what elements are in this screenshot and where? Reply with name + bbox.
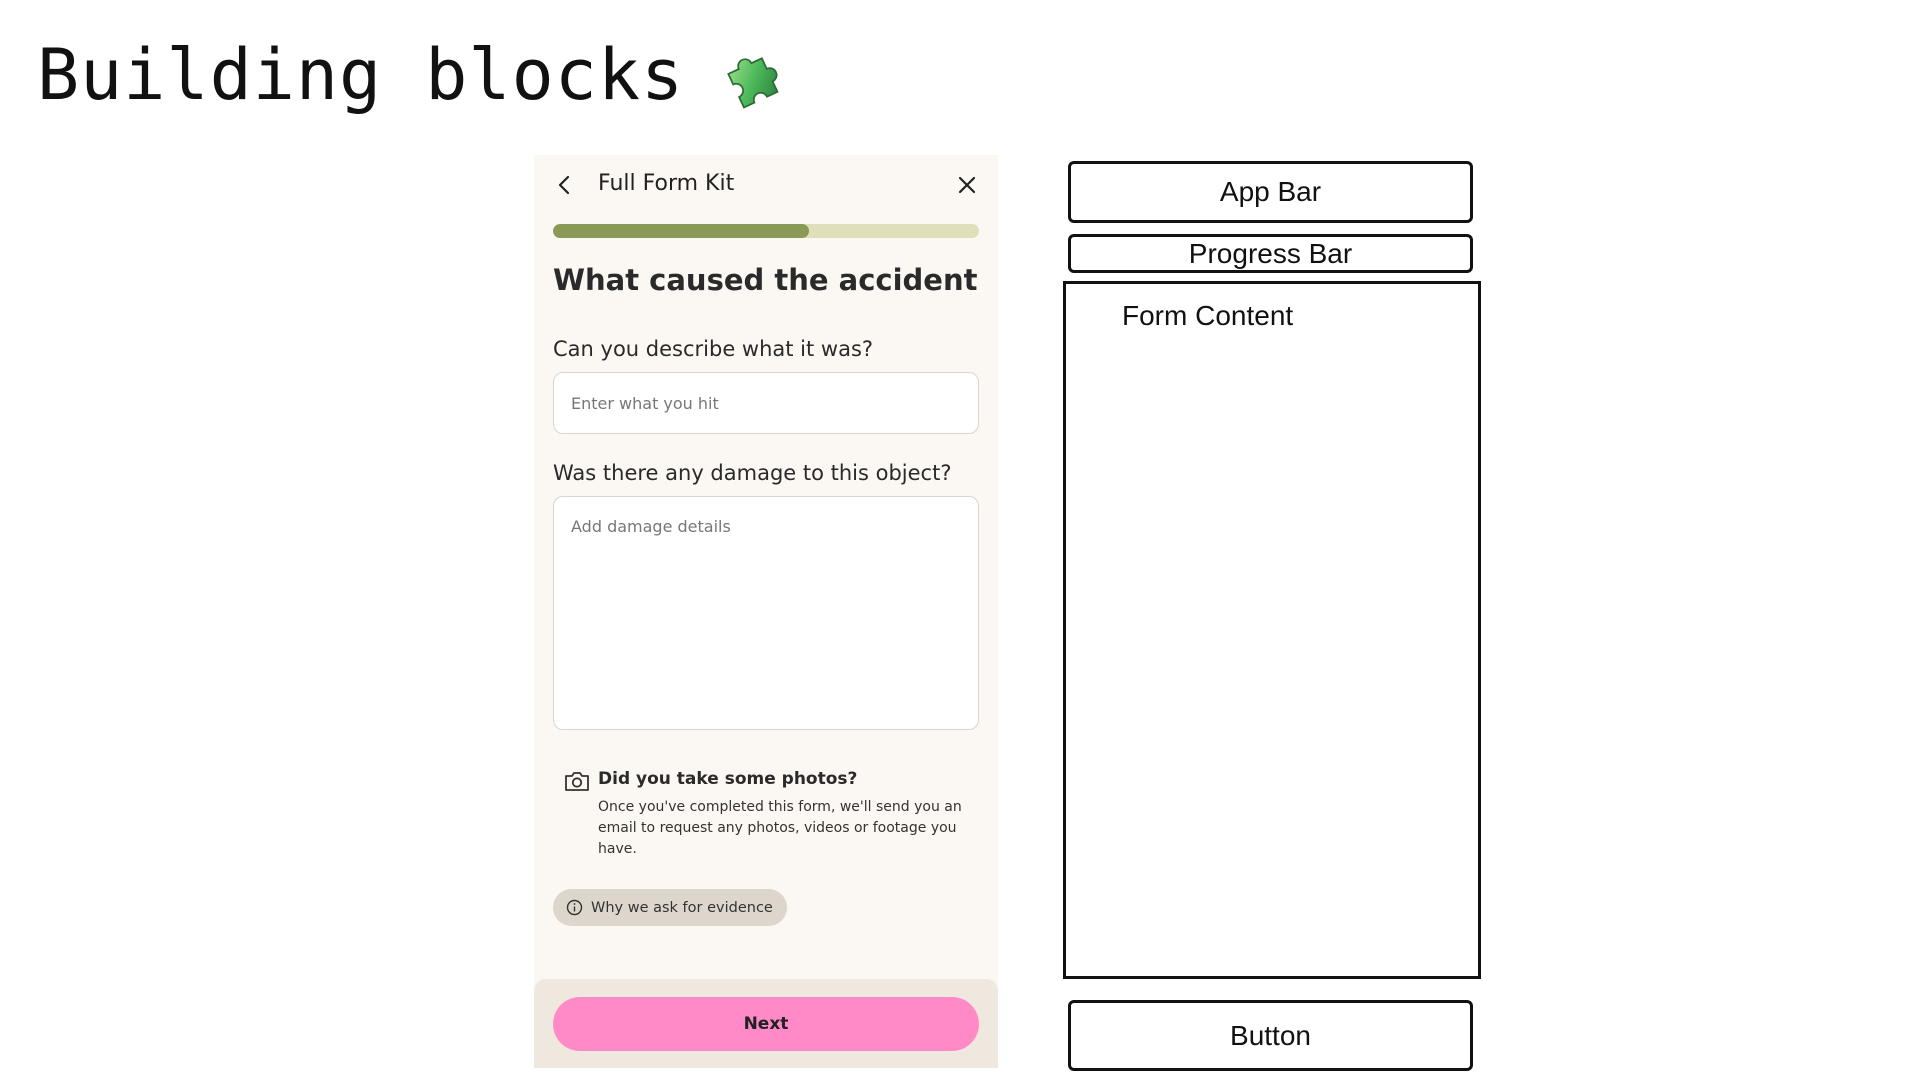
info-icon	[566, 899, 583, 916]
close-icon[interactable]	[954, 172, 980, 198]
photos-title: Did you take some photos?	[598, 769, 858, 789]
form-heading: What caused the accident	[553, 263, 978, 297]
wireframe-progress-bar: Progress Bar	[1068, 234, 1473, 273]
chevron-left-icon[interactable]	[552, 172, 578, 198]
photos-description: Once you've completed this form, we'll s…	[598, 799, 962, 857]
slide-title-text: Building blocks	[37, 34, 685, 116]
wireframe-button: Button	[1068, 1000, 1473, 1071]
damage-label: Was there any damage to this object?	[553, 461, 952, 485]
why-evidence-chip[interactable]: Why we ask for evidence	[553, 889, 787, 926]
camera-icon	[565, 772, 589, 791]
wireframe-app-bar: App Bar	[1068, 161, 1473, 223]
form-footer: Next	[534, 979, 998, 1068]
object-description-label: Can you describe what it was?	[553, 337, 874, 361]
wireframe-form-content-label: Form Content	[1122, 300, 1294, 331]
progress-bar-fill	[553, 224, 809, 238]
progress-bar	[553, 224, 979, 238]
next-button[interactable]: Next	[553, 997, 979, 1051]
wireframe-form-content: Form Content	[1063, 281, 1481, 979]
app-bar-title: Full Form Kit	[598, 171, 735, 196]
why-evidence-label: Why we ask for evidence	[591, 899, 773, 916]
object-description-input[interactable]	[553, 372, 979, 434]
puzzle-piece-icon	[727, 57, 779, 109]
slide-title: Building blocks	[37, 34, 792, 116]
app-bar: Full Form Kit	[534, 155, 998, 215]
form-mockup: Full Form Kit What caused the accident C…	[534, 155, 998, 1068]
damage-details-textarea[interactable]	[553, 496, 979, 730]
